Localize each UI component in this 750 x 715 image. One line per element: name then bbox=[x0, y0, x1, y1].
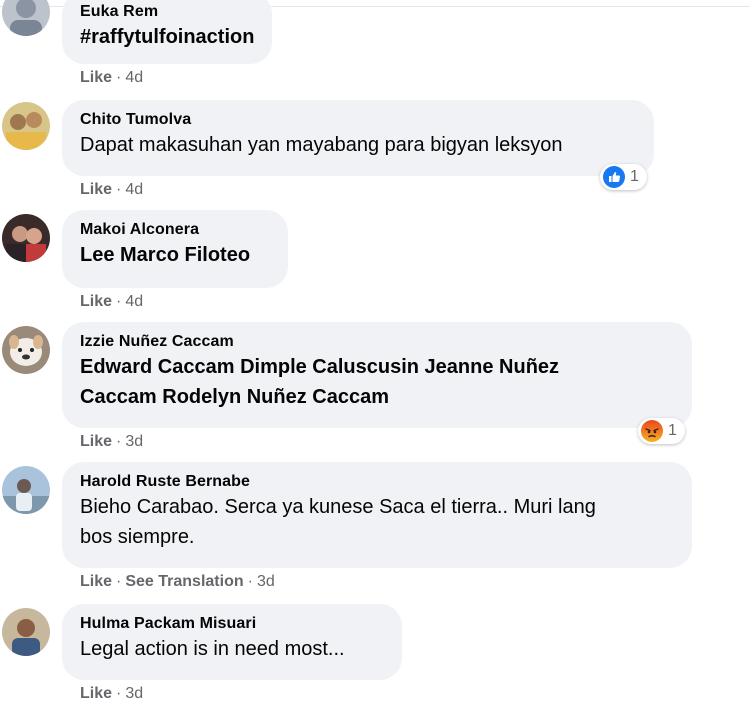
avatar[interactable] bbox=[2, 0, 50, 36]
comment-text: Legal action is in need most... bbox=[80, 638, 345, 660]
profile-photo-icon bbox=[2, 608, 50, 656]
separator: · bbox=[116, 685, 122, 702]
comment-bubble: Makoi Alconera Lee Marco Filoteo bbox=[62, 210, 288, 288]
like-button[interactable]: Like bbox=[80, 181, 112, 198]
angry-reaction-icon bbox=[641, 420, 663, 442]
comment-text-line-2: Caccam Rodelyn Nuñez Caccam bbox=[80, 386, 390, 408]
comment-author[interactable]: Makoi Alconera bbox=[80, 220, 270, 240]
profile-photo-icon bbox=[2, 0, 50, 36]
like-button[interactable]: Like bbox=[80, 69, 112, 86]
avatar[interactable] bbox=[2, 214, 50, 262]
reaction-badge[interactable]: 1 bbox=[638, 418, 685, 444]
comment-author[interactable]: Chito Tumolva bbox=[80, 110, 636, 130]
profile-photo-icon bbox=[2, 326, 50, 374]
comment-text-line-2: bos siempre. bbox=[80, 526, 195, 548]
comment-bubble: Euka Rem #raffytulfoinaction bbox=[62, 0, 273, 64]
separator: · bbox=[116, 433, 122, 450]
profile-photo-icon bbox=[2, 466, 50, 514]
avatar[interactable] bbox=[2, 608, 50, 656]
comment-actions: Like · 4d bbox=[80, 68, 143, 88]
separator: · bbox=[116, 293, 122, 310]
like-reaction-icon bbox=[603, 166, 625, 188]
separator: · bbox=[116, 573, 122, 590]
comment-author[interactable]: Izzie Nuñez Caccam bbox=[80, 332, 674, 352]
comment-bubble: Izzie Nuñez Caccam Edward Caccam Dimple … bbox=[62, 322, 692, 428]
profile-photo-icon bbox=[2, 214, 50, 262]
separator: · bbox=[247, 573, 253, 590]
comment-actions: Like · 4d bbox=[80, 292, 143, 312]
comment-time[interactable]: 4d bbox=[125, 293, 143, 310]
comment-time[interactable]: 3d bbox=[125, 433, 143, 450]
like-button[interactable]: Like bbox=[80, 685, 112, 702]
like-button[interactable]: Like bbox=[80, 573, 112, 590]
comment-text: Dapat makasuhan yan mayabang para bigyan… bbox=[80, 134, 563, 156]
comment-time[interactable]: 4d bbox=[125, 69, 143, 86]
comment-author[interactable]: Hulma Packam Misuari bbox=[80, 614, 384, 634]
comment-text-line-1: Edward Caccam Dimple Caluscusin Jeanne N… bbox=[80, 356, 560, 378]
avatar[interactable] bbox=[2, 326, 50, 374]
comment-actions: Like · 4d bbox=[80, 180, 143, 200]
avatar[interactable] bbox=[2, 102, 50, 150]
comment-time[interactable]: 3d bbox=[125, 685, 143, 702]
avatar[interactable] bbox=[2, 466, 50, 514]
comment-bubble: Hulma Packam Misuari Legal action is in … bbox=[62, 604, 402, 680]
reaction-count: 1 bbox=[630, 168, 639, 185]
comment-text: #raffytulfoinaction bbox=[80, 26, 255, 48]
comment-bubble: Harold Ruste Bernabe Bieho Carabao. Serc… bbox=[62, 462, 692, 568]
like-button[interactable]: Like bbox=[80, 433, 112, 450]
comment-text-line-1: Bieho Carabao. Serca ya kunese Saca el t… bbox=[80, 496, 596, 518]
comment-text: Lee Marco Filoteo bbox=[80, 244, 251, 266]
comment-author[interactable]: Harold Ruste Bernabe bbox=[80, 472, 674, 492]
comment-actions: Like · 3d bbox=[80, 684, 143, 704]
comment-time[interactable]: 3d bbox=[257, 573, 275, 590]
comment-author[interactable]: Euka Rem bbox=[80, 2, 254, 22]
comment-actions: Like · 3d bbox=[80, 432, 143, 452]
comment-actions: Like · See Translation · 3d bbox=[80, 572, 275, 592]
separator: · bbox=[116, 69, 122, 86]
reaction-count: 1 bbox=[668, 422, 677, 439]
separator: · bbox=[116, 181, 122, 198]
comment-bubble: Chito Tumolva Dapat makasuhan yan mayaba… bbox=[62, 100, 654, 176]
like-button[interactable]: Like bbox=[80, 293, 112, 310]
profile-photo-icon bbox=[2, 102, 50, 150]
comment-time[interactable]: 4d bbox=[125, 181, 143, 198]
see-translation-link[interactable]: See Translation bbox=[125, 573, 243, 590]
reaction-badge[interactable]: 1 bbox=[600, 164, 647, 190]
